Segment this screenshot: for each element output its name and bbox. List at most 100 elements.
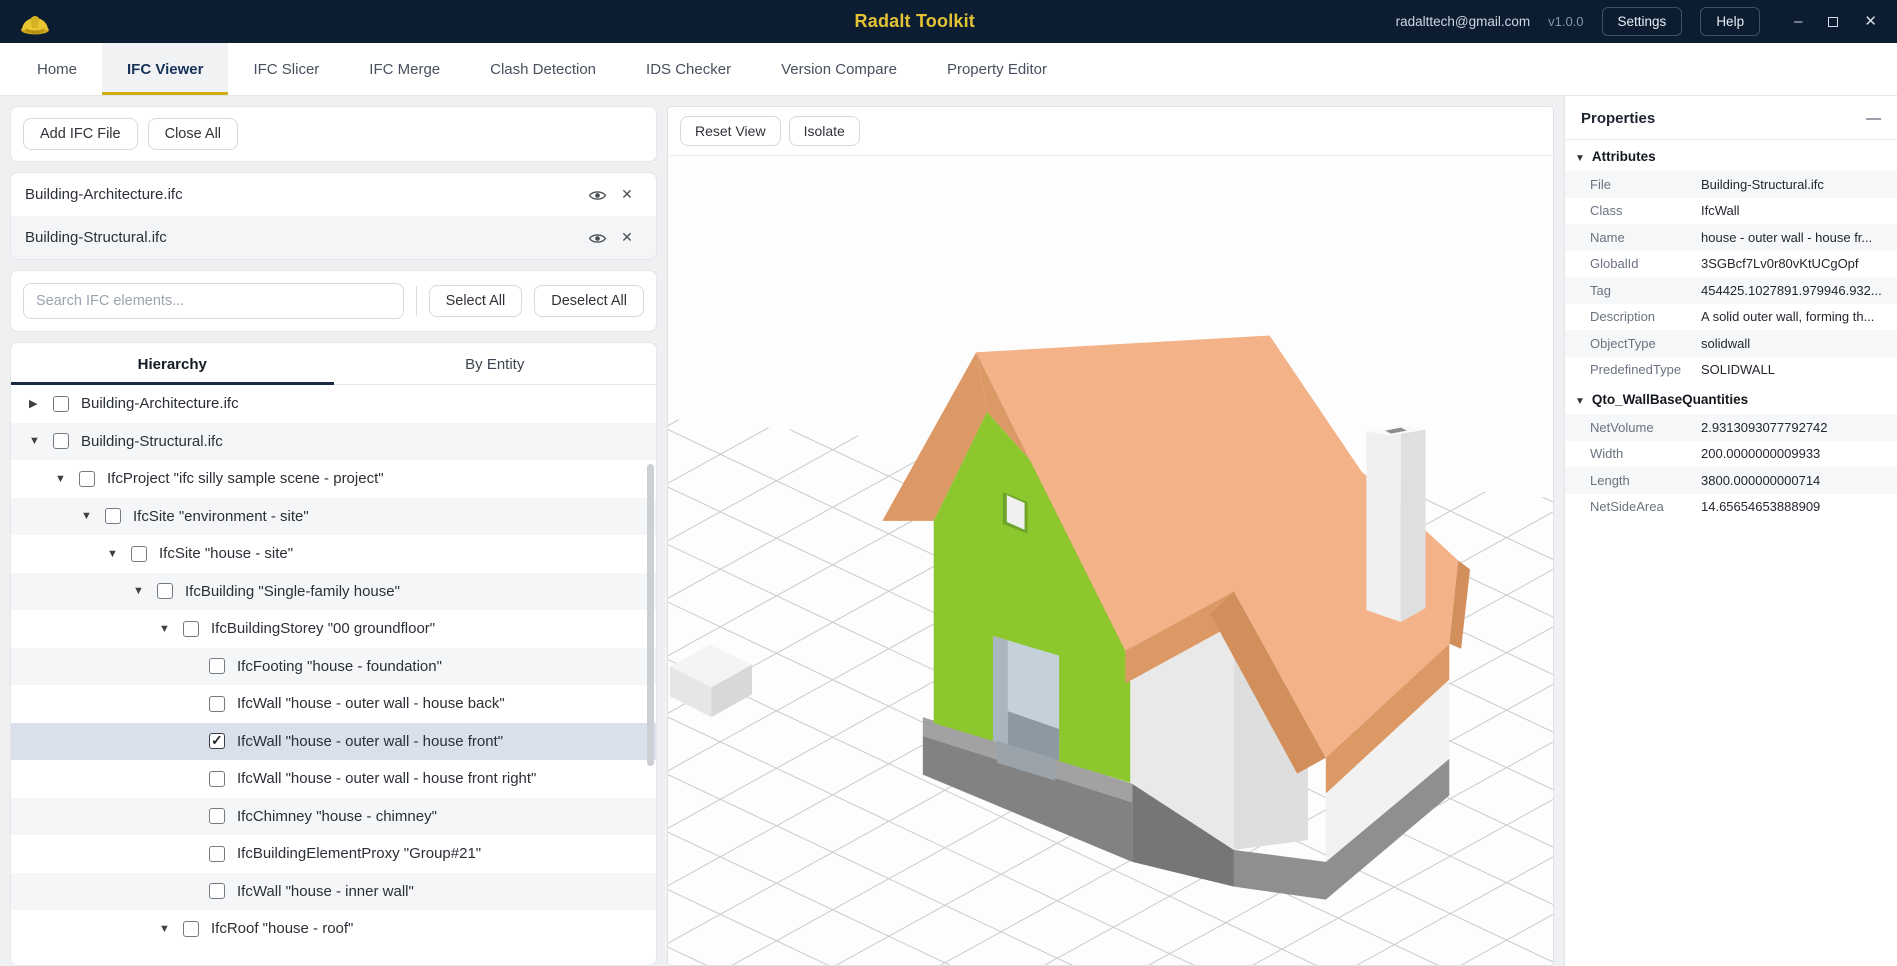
deselect-all-button[interactable]: Deselect All (534, 285, 644, 317)
tree-row[interactable]: IfcChimney "house - chimney" (11, 798, 656, 836)
tree-checkbox[interactable] (209, 696, 225, 712)
tree-checkbox[interactable] (209, 771, 225, 787)
section-expand-icon: ▼ (1575, 396, 1585, 407)
tree-checkbox[interactable] (209, 846, 225, 862)
tree-row[interactable]: IfcWall "house - outer wall - house fron… (11, 760, 656, 798)
main-tab-bar: HomeIFC ViewerIFC SlicerIFC MergeClash D… (0, 43, 1897, 96)
tree-checkbox[interactable] (183, 921, 199, 937)
tree-checkbox[interactable] (79, 471, 95, 487)
main-tab-ifc-merge[interactable]: IFC Merge (344, 43, 465, 95)
section-expand-icon: ▼ (1575, 153, 1585, 164)
chevron-expanded-icon[interactable]: ▼ (133, 585, 157, 597)
3d-canvas[interactable] (668, 156, 1553, 965)
tab-hierarchy[interactable]: Hierarchy (11, 343, 334, 384)
property-row: Length3800.000000000714 (1565, 467, 1897, 494)
chevron-expanded-icon[interactable]: ▼ (29, 435, 53, 447)
tree-row[interactable]: ▼IfcProject "ifc silly sample scene - pr… (11, 460, 656, 498)
tree-row[interactable]: ▼IfcSite "environment - site" (11, 498, 656, 536)
tree-row[interactable]: ▼IfcBuilding "Single-family house" (11, 573, 656, 611)
tree-scrollbar-thumb[interactable] (647, 464, 654, 766)
tree-checkbox[interactable] (131, 546, 147, 562)
select-all-button[interactable]: Select All (429, 285, 523, 317)
visibility-eye-icon[interactable] (582, 229, 612, 246)
add-ifc-file-button[interactable]: Add IFC File (23, 118, 138, 150)
hierarchy-tabs: Hierarchy By Entity (11, 343, 656, 385)
loaded-file-row[interactable]: Building-Architecture.ifc✕ (11, 173, 656, 216)
divider (416, 286, 417, 316)
loaded-file-row[interactable]: Building-Structural.ifc ✕ (11, 216, 656, 259)
tree-row[interactable]: ▼IfcSite "house - site" (11, 535, 656, 573)
property-row: ObjectTypesolidwall (1565, 330, 1897, 357)
tree-checkbox[interactable] (183, 621, 199, 637)
main-tab-ifc-viewer[interactable]: IFC Viewer (102, 43, 228, 95)
help-button[interactable]: Help (1700, 7, 1760, 36)
property-value: house - outer wall - house fr... (1701, 230, 1872, 245)
reset-view-button[interactable]: Reset View (680, 116, 781, 146)
viewport-toolbar: Reset View Isolate (668, 107, 1553, 156)
property-value: SOLIDWALL (1701, 362, 1775, 377)
main-tab-ids-checker[interactable]: IDS Checker (621, 43, 756, 95)
settings-button[interactable]: Settings (1602, 7, 1683, 36)
tree-label: IfcRoof "house - roof" (211, 920, 353, 937)
tree-checkbox[interactable] (53, 433, 69, 449)
remove-file-icon[interactable]: ✕ (612, 186, 642, 203)
tree-checkbox[interactable] (209, 883, 225, 899)
search-input[interactable] (23, 283, 404, 319)
property-label: NetVolume (1565, 420, 1701, 435)
property-value: 454425.1027891.979946.932... (1701, 283, 1882, 298)
file-name: Building-Structural.ifc (25, 229, 582, 246)
remove-file-icon[interactable]: ✕ (612, 229, 642, 246)
tree-checkbox[interactable] (209, 733, 225, 749)
chevron-expanded-icon[interactable]: ▼ (159, 923, 183, 935)
tree-label: Building-Structural.ifc (81, 433, 223, 450)
tree-row[interactable]: IfcWall "house - inner wall" (11, 873, 656, 911)
tree-row[interactable]: IfcBuildingElementProxy "Group#21" (11, 835, 656, 873)
main-tab-version-compare[interactable]: Version Compare (756, 43, 922, 95)
chevron-expanded-icon[interactable]: ▼ (159, 623, 183, 635)
properties-body: ▼AttributesFileBuilding-Structural.ifcCl… (1565, 140, 1897, 520)
main-tab-property-editor[interactable]: Property Editor (922, 43, 1072, 95)
tree-checkbox[interactable] (53, 396, 69, 412)
property-section-header[interactable]: ▼Qto_WallBaseQuantities (1565, 383, 1897, 414)
tree-row[interactable]: ▼ IfcRoof "house - roof" (11, 910, 656, 948)
main-tab-clash-detection[interactable]: Clash Detection (465, 43, 621, 95)
tree-label: IfcBuildingElementProxy "Group#21" (237, 845, 481, 862)
tree-checkbox[interactable] (105, 508, 121, 524)
tree-scrollbar[interactable] (646, 383, 655, 963)
chevron-expanded-icon[interactable]: ▼ (55, 473, 79, 485)
hierarchy-panel: Hierarchy By Entity ▶Building-Architectu… (10, 342, 657, 966)
isolate-button[interactable]: Isolate (789, 116, 860, 146)
chevron-expanded-icon[interactable]: ▼ (107, 548, 131, 560)
property-label: GlobalId (1565, 256, 1701, 271)
tree-row[interactable]: IfcWall "house - outer wall - house fron… (11, 723, 656, 761)
main-tab-home[interactable]: Home (12, 43, 102, 95)
properties-minimize-icon[interactable]: — (1866, 111, 1881, 126)
minimize-button[interactable]: – (1794, 14, 1802, 29)
main-tab-ifc-slicer[interactable]: IFC Slicer (228, 43, 344, 95)
property-label: ObjectType (1565, 336, 1701, 351)
tree-row[interactable]: IfcWall "house - outer wall - house back… (11, 685, 656, 723)
tree-checkbox[interactable] (209, 658, 225, 674)
tab-by-entity[interactable]: By Entity (334, 343, 657, 384)
tree-row[interactable]: ▼ Building-Structural.ifc (11, 423, 656, 461)
loaded-file-list: Building-Architecture.ifc✕Building-Struc… (10, 172, 657, 260)
chevron-expanded-icon[interactable]: ▼ (81, 510, 105, 522)
close-all-button[interactable]: Close All (148, 118, 238, 150)
tree-checkbox[interactable] (157, 583, 173, 599)
hardhat-logo-icon (18, 6, 52, 38)
properties-title: Properties (1581, 110, 1655, 127)
tree-checkbox[interactable] (209, 808, 225, 824)
tree-row[interactable]: ▶Building-Architecture.ifc (11, 385, 656, 423)
viewport-column: Reset View Isolate (657, 96, 1564, 966)
visibility-eye-icon[interactable] (582, 186, 612, 203)
viewport-card: Reset View Isolate (667, 106, 1554, 966)
tree-row[interactable]: IfcFooting "house - foundation" (11, 648, 656, 686)
close-button[interactable]: ✕ (1864, 14, 1877, 29)
property-section-header[interactable]: ▼Attributes (1565, 140, 1897, 171)
maximize-button[interactable] (1828, 17, 1838, 27)
chevron-collapsed-icon[interactable]: ▶ (29, 397, 53, 410)
tree-row[interactable]: ▼IfcBuildingStorey "00 groundfloor" (11, 610, 656, 648)
tree-label: IfcWall "house - outer wall - house fron… (237, 770, 536, 787)
property-value: 14.65654653888909 (1701, 499, 1820, 514)
property-row: GlobalId3SGBcf7Lv0r80vKtUCgOpf (1565, 251, 1897, 278)
